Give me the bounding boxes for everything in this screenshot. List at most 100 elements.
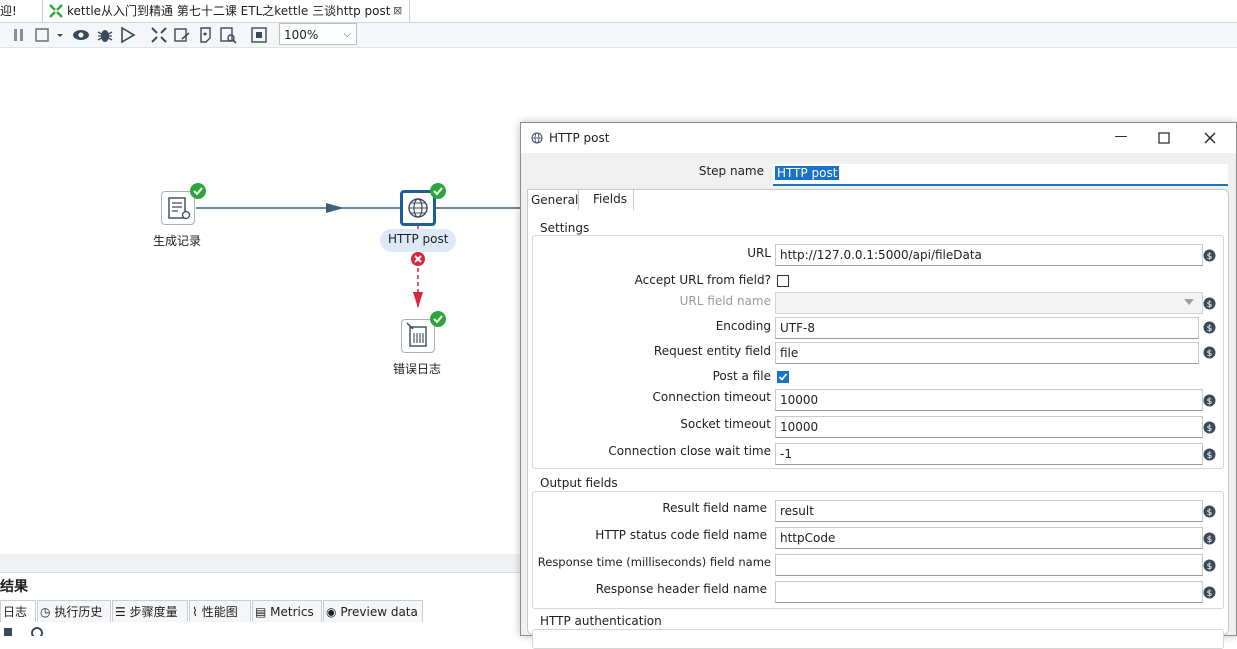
url-field-name-label: URL field name xyxy=(679,294,771,308)
step-name-label: Step name xyxy=(698,164,764,178)
status-ok-icon xyxy=(430,183,446,199)
status-ok-icon xyxy=(430,311,446,327)
svg-text:$: $ xyxy=(1207,300,1213,310)
accept-url-label: Accept URL from field? xyxy=(634,273,771,287)
metrics-icon: ▤ xyxy=(255,605,267,619)
close-wait-input[interactable]: -1 xyxy=(775,443,1203,465)
tab-fields[interactable]: Fields xyxy=(589,189,634,210)
replay-icon[interactable] xyxy=(119,26,137,44)
debug-icon[interactable] xyxy=(96,26,114,44)
gear-icon[interactable] xyxy=(30,626,44,636)
tab-label: 步骤度量 xyxy=(129,605,178,619)
tab-performance[interactable]: ⌇ 性能图 xyxy=(189,600,251,622)
settings-group-title: Settings xyxy=(538,221,592,235)
results-title: 结果 xyxy=(0,579,28,595)
url-label: URL xyxy=(747,246,771,260)
tab-label: 执行历史 xyxy=(54,605,103,619)
socket-timeout-input[interactable]: 10000 xyxy=(775,416,1203,438)
tab-title: kettle从入门到精通 第七十二课 ETL之kettle 三谈http pos… xyxy=(67,4,391,18)
preview-icon[interactable] xyxy=(72,26,90,44)
tab-preview-data[interactable]: ◉ Preview data xyxy=(323,600,423,622)
variable-icon[interactable]: $ xyxy=(1203,559,1216,572)
step-label: 生成记录 xyxy=(153,234,202,248)
error-hop-icon[interactable] xyxy=(410,251,426,267)
response-header-label: Response header field name xyxy=(595,582,767,596)
url-field-name-select[interactable] xyxy=(775,292,1203,314)
response-time-label: Response time (milliseconds) field name xyxy=(537,555,771,569)
dialog-title: HTTP post xyxy=(549,131,610,145)
minimize-icon[interactable]: — xyxy=(1111,129,1131,147)
variable-icon[interactable]: $ xyxy=(1203,505,1216,518)
chevron-down-icon[interactable]: ⌵ xyxy=(343,24,351,46)
connection-timeout-label: Connection timeout xyxy=(652,390,771,404)
tab-label: 日志 xyxy=(3,605,28,619)
tab-history[interactable]: ◷ 执行历史 xyxy=(37,600,111,622)
url-input[interactable]: http://127.0.0.1:5000/api/fileData xyxy=(775,244,1203,266)
zoom-select[interactable]: 100% ⌵ xyxy=(279,23,357,45)
connection-timeout-input[interactable]: 10000 xyxy=(775,389,1203,411)
variable-icon[interactable]: $ xyxy=(1203,421,1216,434)
tab-log[interactable]: 日志 xyxy=(0,600,36,622)
dialog-titlebar[interactable]: HTTP post — xyxy=(521,123,1236,153)
close-icon[interactable] xyxy=(1203,131,1217,145)
variable-icon[interactable]: $ xyxy=(1203,321,1216,334)
analyze-icon[interactable] xyxy=(173,26,191,44)
tab-label: 性能图 xyxy=(201,605,238,619)
explore-db-icon[interactable] xyxy=(219,26,237,44)
pause-icon[interactable] xyxy=(10,26,28,44)
canvas-scrollbar[interactable] xyxy=(0,554,520,572)
response-header-input[interactable] xyxy=(775,581,1203,603)
step-name-value: HTTP post xyxy=(775,166,840,180)
check-icon[interactable] xyxy=(150,26,168,44)
variable-icon[interactable]: $ xyxy=(1203,346,1216,359)
close-wait-label: Connection close wait time xyxy=(608,444,771,458)
tab-general[interactable]: General xyxy=(527,189,579,210)
variable-icon[interactable]: $ xyxy=(1203,297,1216,310)
chevron-down-icon[interactable] xyxy=(1183,298,1195,306)
tab-label: Metrics xyxy=(270,605,314,619)
layout-icon[interactable] xyxy=(250,26,268,44)
encoding-select[interactable]: UTF-8 xyxy=(775,317,1199,339)
post-file-checkbox[interactable] xyxy=(777,371,789,383)
trash-icon[interactable] xyxy=(2,626,14,636)
http-globe-icon xyxy=(531,132,543,144)
svg-text:$: $ xyxy=(1207,424,1213,434)
variable-icon[interactable]: $ xyxy=(1203,394,1216,407)
chevron-down-icon[interactable] xyxy=(55,26,65,44)
preview-icon: ◉ xyxy=(326,605,337,619)
svg-text:$: $ xyxy=(1207,349,1213,359)
result-field-input[interactable]: result xyxy=(775,500,1203,522)
svg-text:$: $ xyxy=(1207,324,1213,334)
response-time-input[interactable] xyxy=(775,554,1203,576)
step-label: 错误日志 xyxy=(393,362,442,376)
tab-welcome[interactable]: 迎! xyxy=(0,0,17,22)
close-icon[interactable]: ⊠ xyxy=(393,0,402,22)
sql-icon[interactable] xyxy=(196,26,214,44)
http-authentication-group-title: HTTP authentication xyxy=(538,614,664,628)
tab-label: Fields xyxy=(593,192,627,206)
variable-icon[interactable]: $ xyxy=(1203,249,1216,262)
chart-icon: ⌇ xyxy=(192,605,198,619)
history-icon: ◷ xyxy=(40,605,51,619)
variable-icon[interactable]: $ xyxy=(1203,532,1216,545)
status-ok-icon xyxy=(190,183,206,199)
svg-text:$: $ xyxy=(1207,451,1213,461)
hop-error-arrow-icon xyxy=(413,292,423,308)
tab-metrics[interactable]: ▤ Metrics xyxy=(252,600,322,622)
step-name-input[interactable]: HTTP post xyxy=(773,164,1228,186)
tab-transformation[interactable]: kettle从入门到精通 第七十二课 ETL之kettle 三谈http pos… xyxy=(42,0,410,22)
list-icon: ☰ xyxy=(115,605,126,619)
request-entity-select[interactable]: file xyxy=(775,342,1199,364)
stop-icon[interactable] xyxy=(33,26,51,44)
svg-text:$: $ xyxy=(1207,508,1213,518)
hop-arrow-icon xyxy=(326,203,344,213)
maximize-icon[interactable] xyxy=(1157,131,1171,145)
variable-icon[interactable]: $ xyxy=(1203,448,1216,461)
accept-url-checkbox[interactable] xyxy=(777,275,789,287)
variable-icon[interactable]: $ xyxy=(1203,586,1216,599)
result-field-label: Result field name xyxy=(662,501,767,515)
tab-step-metrics[interactable]: ☰ 步骤度量 xyxy=(112,600,188,622)
tab-label: General xyxy=(531,193,579,207)
post-file-label: Post a file xyxy=(712,369,771,383)
status-code-input[interactable]: httpCode xyxy=(775,527,1203,549)
